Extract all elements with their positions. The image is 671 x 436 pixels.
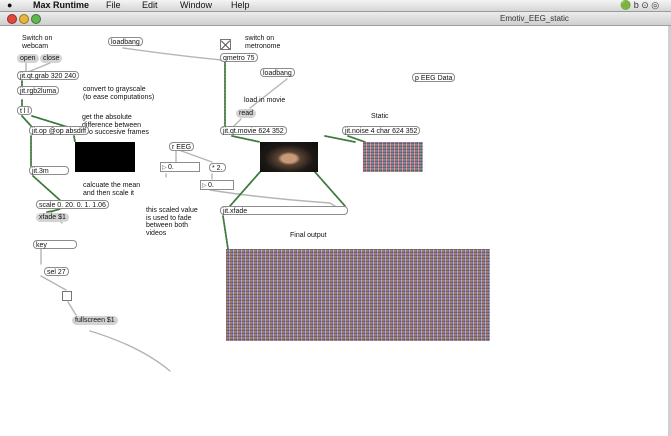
fullscreen-message[interactable]: fullscreen $1 <box>72 316 118 325</box>
open-message[interactable]: open <box>17 54 39 63</box>
jit-qt-grab-object[interactable]: jit.qt.grab 320 240 <box>17 71 80 80</box>
fullscreen-toggle[interactable] <box>62 291 72 301</box>
key-object[interactable]: key <box>33 240 77 249</box>
final-output-display <box>226 249 490 341</box>
menu-edit[interactable]: Edit <box>142 0 158 11</box>
app-menu[interactable]: Max Runtime <box>33 0 89 11</box>
minimize-window-button[interactable] <box>19 14 29 24</box>
multiply-object[interactable]: * 2. <box>209 163 226 172</box>
status-tray-icons[interactable]: 🟢 b ⊙ ◎ <box>620 0 659 11</box>
apple-menu-icon[interactable]: ● <box>7 0 12 11</box>
patcher-canvas[interactable]: Switch on webcam switch on metronome con… <box>0 26 668 436</box>
jit-qt-movie-object[interactable]: jit.qt.movie 624 352 <box>220 126 287 135</box>
comment-grayscale: convert to grayscale (to ease computatio… <box>83 86 155 101</box>
close-message[interactable]: close <box>40 54 63 63</box>
close-window-button[interactable] <box>7 14 17 24</box>
read-message[interactable]: read <box>236 109 257 118</box>
comment-switch-metronome: switch on metronome <box>245 35 281 50</box>
jit-rgb2luma-object[interactable]: jit.rgb2luma <box>17 86 60 95</box>
comment-final-output: Final output <box>290 232 327 239</box>
window-title: Emotiv_EEG_static <box>500 14 569 23</box>
number-box-eeg[interactable]: 0. <box>160 162 200 173</box>
menu-file[interactable]: File <box>106 0 121 11</box>
comment-absdiff: get the absolute difference between two … <box>82 114 149 136</box>
jit-3m-object[interactable]: jit.3m <box>29 166 69 175</box>
jit-op-absdiff-object[interactable]: jit.op @op absdiff <box>29 126 90 135</box>
loadbang-movie-object[interactable]: loadbang <box>260 68 295 77</box>
window-titlebar: Emotiv_EEG_static <box>0 12 671 26</box>
scale-object[interactable]: scale 0. 20. 0. 1. 1.06 <box>36 200 109 209</box>
menu-help[interactable]: Help <box>231 0 250 11</box>
zoom-window-button[interactable] <box>31 14 41 24</box>
menu-bar: ● Max Runtime File Edit Window Help 🟢 b … <box>0 0 671 12</box>
xfade-message[interactable]: xfade $1 <box>36 213 69 222</box>
static-noise-display <box>363 142 423 172</box>
number-box-scaled[interactable]: 0. <box>200 180 234 191</box>
metronome-toggle[interactable] <box>220 39 231 50</box>
comment-mean-scale: calcuate the mean and then scale it <box>83 182 141 197</box>
menu-window[interactable]: Window <box>180 0 212 11</box>
comment-load-movie: load in movie <box>244 97 286 104</box>
trigger-object[interactable]: t l l <box>17 106 32 115</box>
qmetro-object[interactable]: qmetro 75 <box>220 53 258 62</box>
select-27-object[interactable]: sel 27 <box>44 267 69 276</box>
comment-static: Static <box>371 113 389 120</box>
p-eeg-data-object[interactable]: p EEG Data <box>412 73 456 82</box>
comment-fade: this scaled value is used to fade betwee… <box>146 207 198 237</box>
receive-eeg-object[interactable]: r EEG <box>169 142 195 151</box>
jit-xfade-object[interactable]: jit.xfade <box>220 206 348 215</box>
comment-switch-webcam: Switch on webcam <box>22 35 53 50</box>
loadbang-object[interactable]: loadbang <box>108 37 143 46</box>
absdiff-display <box>75 142 135 172</box>
movie-display <box>260 142 318 172</box>
jit-noise-object[interactable]: jit.noise 4 char 624 352 <box>342 126 421 135</box>
